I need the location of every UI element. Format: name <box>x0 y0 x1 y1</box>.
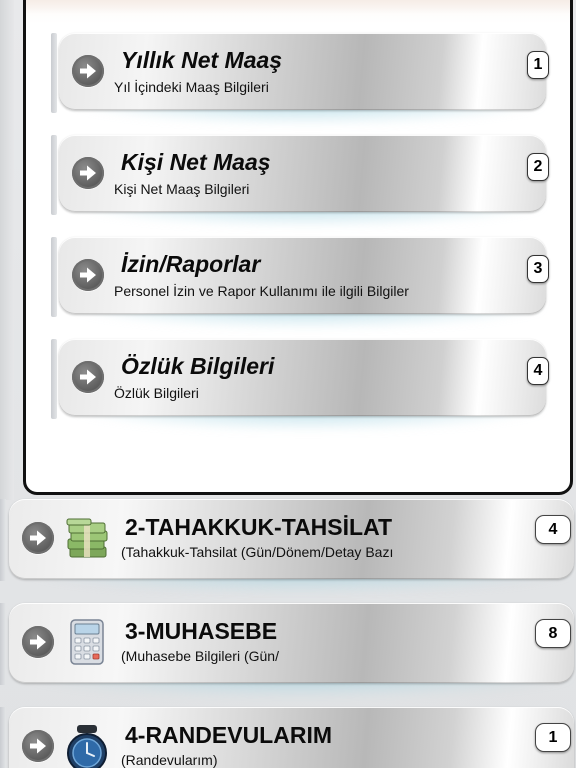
item-side-bar <box>0 499 6 581</box>
arrow-right-icon <box>72 259 104 291</box>
panel-top-tint <box>26 0 570 14</box>
submenu-title: Kişi Net Maaş <box>121 149 271 175</box>
submenu-subtitle: Özlük Bilgileri <box>114 385 199 401</box>
menu-screen: Yıllık Net Maaş Yıl İçindeki Maaş Bilgil… <box>0 0 576 768</box>
submenu-button[interactable]: Özlük Bilgileri Özlük Bilgileri 4 <box>59 339 549 416</box>
item-side-bar <box>51 33 57 113</box>
arrow-right-icon <box>72 361 104 393</box>
submenu-title: Özlük Bilgileri <box>121 353 275 379</box>
submenu-subtitle: Kişi Net Maaş Bilgileri <box>114 181 250 197</box>
menu-item-muhasebe[interactable]: 3-MUHASEBE (Muhasebe Bilgileri (Gün/ 8 <box>0 603 576 698</box>
menu-title: 2-TAHAKKUK-TAHSİLAT <box>125 514 393 540</box>
menu-item-tahakkuk-tahsilat[interactable]: 2-TAHAKKUK-TAHSİLAT (Tahakkuk-Tahsilat (… <box>0 499 576 594</box>
item-side-bar <box>51 135 57 215</box>
count-badge: 8 <box>535 619 571 648</box>
count-badge: 4 <box>535 515 571 544</box>
submenu-title: Yıllık Net Maaş <box>121 47 283 73</box>
submenu-subtitle: Personel İzin ve Rapor Kullanımı ile ilg… <box>114 283 409 299</box>
menu-item-randevularim[interactable]: 4-RANDEVULARIM (Randevularım) 1 <box>0 707 576 768</box>
menu-button[interactable]: 3-MUHASEBE (Muhasebe Bilgileri (Gün/ 8 <box>9 603 574 683</box>
count-badge: 4 <box>527 357 549 385</box>
left-edge-strip <box>0 0 14 500</box>
menu-subtitle: (Tahakkuk-Tahsilat (Gün/Dönem/Detay Bazı <box>121 544 394 560</box>
arrow-right-icon <box>22 626 54 658</box>
alarm-clock-icon <box>64 721 110 768</box>
money-stack-icon <box>64 513 110 563</box>
submenu-button[interactable]: İzin/Raporlar Personel İzin ve Rapor Kul… <box>59 237 549 314</box>
menu-button[interactable]: 4-RANDEVULARIM (Randevularım) 1 <box>9 707 574 768</box>
item-side-bar <box>0 707 6 768</box>
menu-subtitle: (Muhasebe Bilgileri (Gün/ <box>121 648 279 664</box>
submenu-item-izin-raporlar[interactable]: İzin/Raporlar Personel İzin ve Rapor Kul… <box>51 237 549 329</box>
submenu-button[interactable]: Yıllık Net Maaş Yıl İçindeki Maaş Bilgil… <box>59 33 549 110</box>
arrow-right-icon <box>72 157 104 189</box>
submenu-item-yillik-net-maas[interactable]: Yıllık Net Maaş Yıl İçindeki Maaş Bilgil… <box>51 33 549 125</box>
count-badge: 1 <box>527 51 549 79</box>
submenu-title: İzin/Raporlar <box>121 251 261 277</box>
item-side-bar <box>51 237 57 317</box>
submenu-item-ozluk-bilgileri[interactable]: Özlük Bilgileri Özlük Bilgileri 4 <box>51 339 549 431</box>
submenu-button[interactable]: Kişi Net Maaş Kişi Net Maaş Bilgileri 2 <box>59 135 549 212</box>
arrow-right-icon <box>72 55 104 87</box>
menu-title: 3-MUHASEBE <box>125 618 278 644</box>
item-side-bar <box>51 339 57 419</box>
calculator-icon <box>64 617 110 667</box>
count-badge: 1 <box>535 723 571 752</box>
arrow-right-icon <box>22 730 54 762</box>
item-side-bar <box>0 603 6 685</box>
menu-title: 4-RANDEVULARIM <box>125 722 332 748</box>
submenu-item-kisi-net-maas[interactable]: Kişi Net Maaş Kişi Net Maaş Bilgileri 2 <box>51 135 549 227</box>
count-badge: 3 <box>527 255 549 283</box>
count-badge: 2 <box>527 153 549 181</box>
submenu-subtitle: Yıl İçindeki Maaş Bilgileri <box>114 79 269 95</box>
arrow-right-icon <box>22 522 54 554</box>
menu-button[interactable]: 2-TAHAKKUK-TAHSİLAT (Tahakkuk-Tahsilat (… <box>9 499 574 579</box>
menu-subtitle: (Randevularım) <box>121 752 218 768</box>
